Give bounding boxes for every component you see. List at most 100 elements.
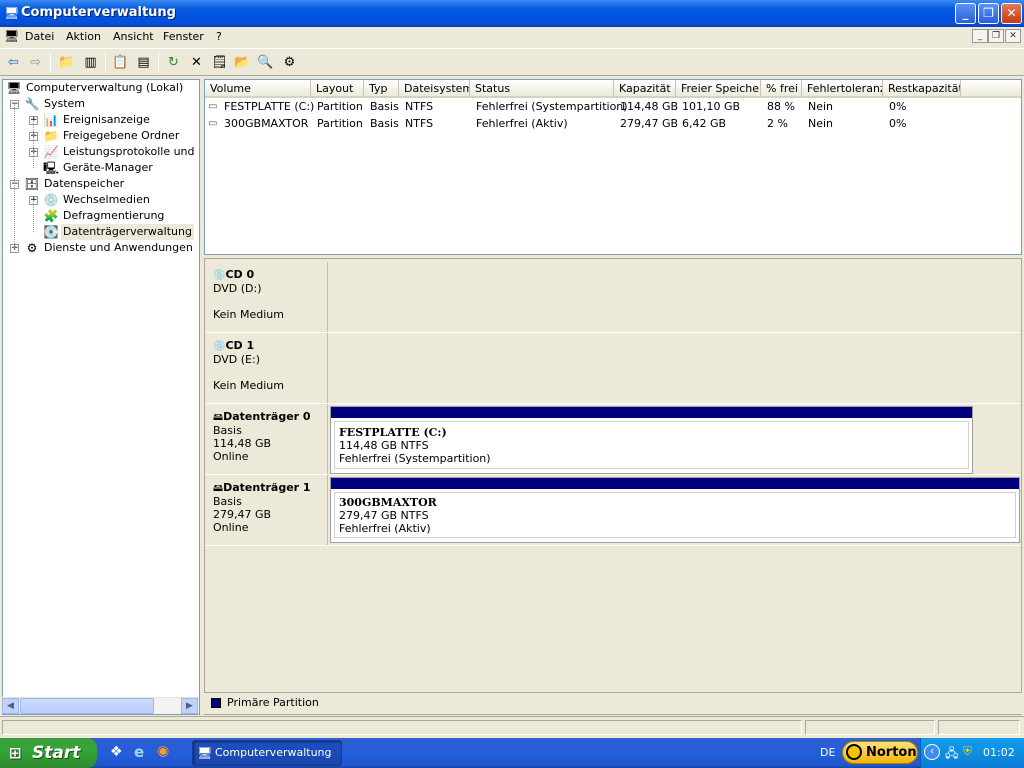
- column-header-typ[interactable]: Typ: [364, 80, 399, 98]
- menu-fenster[interactable]: Fenster: [163, 30, 204, 43]
- tree-horizontal-scrollbar[interactable]: ◀ ▶: [2, 697, 199, 714]
- properties-sheet-icon[interactable]: 🗒: [209, 52, 230, 73]
- menu-ansicht[interactable]: Ansicht: [113, 30, 154, 43]
- tree-item-event-viewer[interactable]: + 📊 Ereignisanzeige: [27, 112, 197, 128]
- cd-drive-icon: 💿: [213, 270, 226, 281]
- partition-festplatte[interactable]: FESTPLATTE (C:) 114,48 GB NTFS Fehlerfre…: [330, 406, 973, 474]
- disk-label[interactable]: 🖴Datenträger 0 Basis 114,48 GB Online: [205, 404, 328, 474]
- taskbar-task-computer-management[interactable]: 🖥 Computerverwaltung: [192, 740, 342, 766]
- language-indicator[interactable]: DE: [820, 746, 835, 759]
- mdi-restore-button[interactable]: ❐: [988, 29, 1004, 43]
- legend: Primäre Partition: [204, 692, 1022, 714]
- internet-explorer-icon[interactable]: e: [134, 743, 144, 761]
- partition-details: 300GBMAXTOR 279,47 GB NTFS Fehlerfrei (A…: [334, 492, 1016, 538]
- properties-icon[interactable]: 📋: [110, 52, 131, 73]
- table-cell: 88 %: [767, 100, 795, 113]
- quicklaunch-desktop-icon[interactable]: ❖: [110, 744, 123, 760]
- table-cell: 114,48 GB: [620, 100, 679, 113]
- menu-datei[interactable]: Datei: [25, 30, 54, 43]
- search-icon[interactable]: 🔍: [255, 52, 276, 73]
- tree-item-disk-management[interactable]: 💽 Datenträgerverwaltung: [27, 224, 194, 240]
- tree-item-storage[interactable]: − 🗄 Datenspeicher: [8, 176, 198, 192]
- norton-button[interactable]: Norton: [842, 741, 918, 764]
- disk-label[interactable]: 🖴Datenträger 1 Basis 279,47 GB Online: [205, 475, 328, 545]
- refresh-icon[interactable]: ↻: [163, 52, 184, 73]
- tree-item-system[interactable]: − 🔧 System: [8, 96, 198, 112]
- volume-list[interactable]: Volume Layout Typ Dateisystem Status Kap…: [204, 79, 1022, 255]
- show-hide-tree-icon[interactable]: ▥: [80, 52, 101, 73]
- partition-300gbmaxtor[interactable]: 300GBMAXTOR 279,47 GB NTFS Fehlerfrei (A…: [330, 477, 1020, 543]
- legend-label: Primäre Partition: [227, 696, 319, 709]
- column-header-kapazitaet[interactable]: Kapazität: [614, 80, 676, 98]
- tree-item-services-applications[interactable]: + ⚙ Dienste und Anwendungen: [8, 240, 198, 256]
- disk-status: Online: [213, 521, 249, 534]
- network-icon[interactable]: 🖧: [945, 744, 958, 765]
- column-header-dateisystem[interactable]: Dateisystem: [399, 80, 470, 98]
- scroll-left-arrow-icon[interactable]: ◀: [2, 698, 19, 714]
- back-icon[interactable]: ⇦: [3, 52, 24, 73]
- table-cell: 2 %: [767, 117, 788, 130]
- restore-button[interactable]: ❐: [978, 3, 999, 24]
- column-header-status[interactable]: Status: [470, 80, 614, 98]
- tree-item-shared-folders[interactable]: + 📁 Freigegebene Ordner: [27, 128, 197, 144]
- disk-name: CD 0: [225, 268, 255, 281]
- tree-item-defragmentation[interactable]: 🧩 Defragmentierung: [27, 208, 197, 224]
- disk-row-cd1[interactable]: 💿CD 1 DVD (E:) Kein Medium: [205, 333, 1021, 404]
- partition-status: Fehlerfrei (Systempartition): [339, 452, 491, 465]
- show-hidden-icons-icon[interactable]: ‹: [924, 744, 940, 760]
- tree-line: [33, 120, 34, 168]
- cd-drive-icon: 💿: [213, 341, 226, 352]
- column-header-layout[interactable]: Layout: [311, 80, 364, 98]
- column-header-volume[interactable]: Volume: [205, 80, 311, 98]
- security-shield-icon[interactable]: ⛨: [963, 744, 972, 759]
- table-row[interactable]: ▭ FESTPLATTE (C:) Partition Basis NTFS F…: [205, 98, 1021, 115]
- services-icon: ⚙: [26, 241, 38, 255]
- firefox-icon[interactable]: ◉: [157, 743, 169, 759]
- help-pane-icon[interactable]: ▤: [133, 52, 154, 73]
- clock[interactable]: 01:02: [983, 746, 1015, 759]
- disk-name: Datenträger 1: [223, 481, 311, 494]
- disk-row-cd0[interactable]: 💿CD 0 DVD (D:) Kein Medium: [205, 262, 1021, 333]
- mdi-minimize-button[interactable]: _: [972, 29, 988, 43]
- up-folder-icon[interactable]: 📁: [56, 52, 77, 73]
- system-tray: ‹ 🖧 ⛨ 01:02: [920, 738, 1024, 768]
- disk-row-disk1[interactable]: 🖴Datenträger 1 Basis 279,47 GB Online 30…: [205, 475, 1021, 546]
- disk-status: Kein Medium: [213, 379, 284, 392]
- partition-title: 300GBMAXTOR: [339, 496, 437, 509]
- computer-management-icon: 🖥: [197, 746, 213, 760]
- scroll-right-arrow-icon[interactable]: ▶: [181, 698, 198, 714]
- minimize-button[interactable]: _: [955, 3, 976, 24]
- tree-item-label: Datenspeicher: [44, 177, 125, 190]
- mdi-close-button[interactable]: ✕: [1005, 29, 1021, 43]
- toolbar-separator: [158, 53, 159, 73]
- tree-item-device-manager[interactable]: 🖳 Geräte-Manager: [27, 160, 197, 176]
- disk-label[interactable]: 💿CD 1 DVD (E:) Kein Medium: [205, 333, 328, 403]
- start-button[interactable]: ⊞ Start: [0, 738, 97, 768]
- disk-row-disk0[interactable]: 🖴Datenträger 0 Basis 114,48 GB Online FE…: [205, 404, 1021, 475]
- disk-label[interactable]: 💿CD 0 DVD (D:) Kein Medium: [205, 262, 328, 332]
- column-header-freier-speicher[interactable]: Freier Speicher: [676, 80, 761, 98]
- forward-icon[interactable]: ⇨: [25, 52, 46, 73]
- menu-aktion[interactable]: Aktion: [66, 30, 101, 43]
- menu-bar: 🖥 Datei Aktion Ansicht Fenster ? _ ❐ ✕: [0, 27, 1024, 48]
- column-header-prozent-frei[interactable]: % frei: [761, 80, 802, 98]
- scroll-thumb[interactable]: [20, 698, 154, 714]
- table-row[interactable]: ▭ 300GBMAXTOR Partition Basis NTFS Fehle…: [205, 115, 1021, 132]
- menu-help[interactable]: ?: [216, 30, 222, 43]
- tree-item-removable-storage[interactable]: + 💿 Wechselmedien: [27, 192, 197, 208]
- legend-swatch: [211, 698, 221, 708]
- tree-item-performance-logs[interactable]: + 📈 Leistungsprotokolle und Warnungen: [27, 144, 197, 160]
- app-menu-icon[interactable]: 🖥: [4, 29, 19, 43]
- windows-logo-icon: ⊞: [9, 744, 22, 762]
- settings-icon[interactable]: ⚙: [279, 52, 300, 73]
- toolbar: ⇦ ⇨ 📁 ▥ 📋 ▤ ↻ ✕ 🗒 📂 🔍 ⚙: [0, 48, 1024, 76]
- open-folder-icon[interactable]: 📂: [232, 52, 253, 73]
- close-button[interactable]: ✕: [1001, 3, 1022, 24]
- disk-graphical-view[interactable]: 💿CD 0 DVD (D:) Kein Medium 💿CD 1 DVD (E:…: [204, 258, 1022, 715]
- title-bar[interactable]: 🖥 Computerverwaltung _ ❐ ✕: [0, 0, 1024, 27]
- primary-partition-bar: [331, 407, 972, 418]
- console-tree[interactable]: 🖥 Computerverwaltung (Lokal) − 🔧 System …: [2, 79, 200, 715]
- column-header-restkapazitaet[interactable]: Restkapazität: [883, 80, 961, 98]
- delete-icon[interactable]: ✕: [186, 52, 207, 73]
- column-header-fehlertoleranz[interactable]: Fehlertoleranz: [802, 80, 883, 98]
